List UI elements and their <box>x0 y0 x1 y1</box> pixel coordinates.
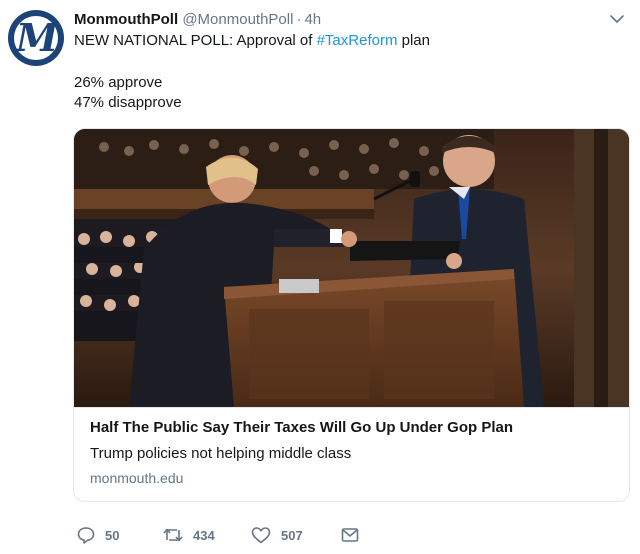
like-icon <box>251 527 271 544</box>
tweet-header: MonmouthPoll @MonmouthPoll · 4h <box>74 10 321 30</box>
avatar-logo-letter: M <box>15 15 58 60</box>
link-card[interactable]: Half The Public Say Their Taxes Will Go … <box>73 128 630 502</box>
tweet-text: NEW NATIONAL POLL: Approval of #TaxRefor… <box>74 31 614 113</box>
reply-icon <box>77 527 95 544</box>
retweet-button[interactable]: 434 <box>162 520 215 550</box>
like-count: 507 <box>281 527 303 543</box>
card-divider <box>74 407 629 408</box>
poll-approve-line: 26% approve <box>74 74 163 91</box>
reply-button[interactable]: 50 <box>76 520 119 550</box>
retweet-icon <box>163 528 183 542</box>
card-title[interactable]: Half The Public Say Their Taxes Will Go … <box>90 419 513 436</box>
news-photo <box>74 129 629 407</box>
like-button[interactable]: 507 <box>250 520 303 550</box>
timestamp[interactable]: 4h <box>304 11 321 28</box>
hashtag-link[interactable]: #TaxReform <box>317 32 398 49</box>
reply-count: 50 <box>105 527 120 543</box>
separator-dot: · <box>296 11 302 28</box>
poll-disapprove-line: 47% disapprove <box>74 94 182 111</box>
direct-message-button[interactable] <box>340 520 360 550</box>
avatar[interactable]: M <box>8 10 64 66</box>
tweet-text-suffix: plan <box>397 32 430 49</box>
tweet-headline-line: NEW NATIONAL POLL: Approval of #TaxRefor… <box>74 31 614 51</box>
card-description: Trump policies not helping middle class <box>90 445 352 462</box>
tweet-text-prefix: NEW NATIONAL POLL: Approval of <box>74 32 317 49</box>
tweet-actions: 50 434 507 <box>74 520 574 550</box>
user-handle[interactable]: @MonmouthPoll <box>182 11 293 28</box>
chevron-down-icon[interactable] <box>609 13 625 25</box>
retweet-count: 434 <box>193 527 215 543</box>
card-domain: monmouth.edu <box>90 470 184 486</box>
direct-message-icon <box>341 528 359 542</box>
display-name[interactable]: MonmouthPoll <box>74 11 178 28</box>
